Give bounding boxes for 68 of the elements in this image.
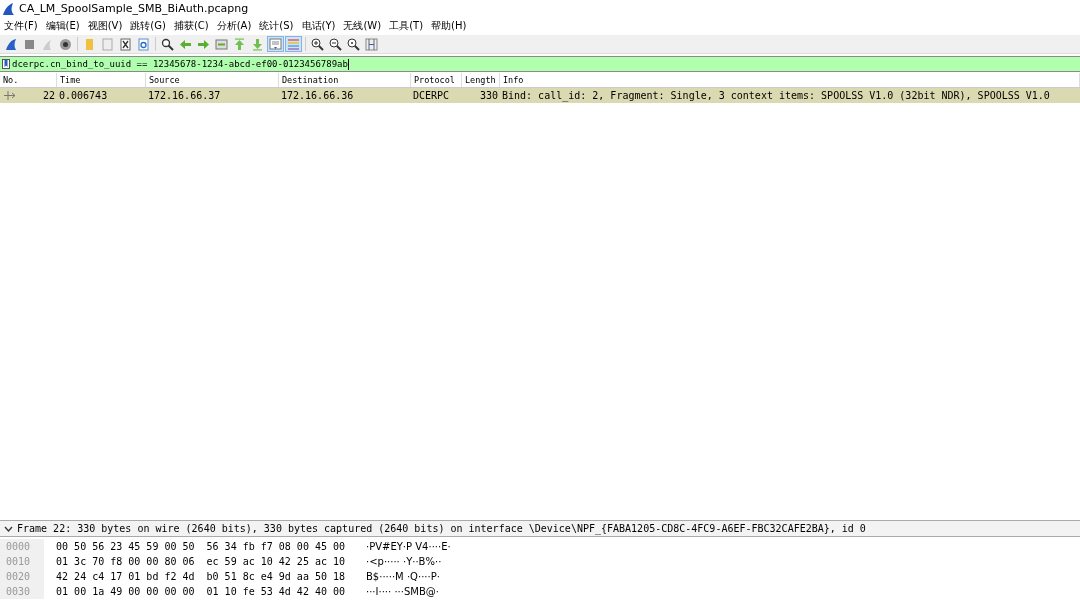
display-filter-field[interactable]: dcerpc.cn_bind_to_uuid == 12345678-1234-abcd-ef00-0123456789ab [0,56,1080,72]
toolbar-button[interactable] [57,36,74,52]
menu-item[interactable]: 视图(V) [86,18,124,34]
ascii-dump: ···I···· ···SMB@· [366,586,439,597]
zoom-in-icon [311,37,324,51]
column-header[interactable]: Destination [279,73,411,87]
toolbar-button[interactable] [309,36,326,52]
menu-item[interactable]: 电话(Y) [300,18,337,34]
shark-fin-icon [5,37,18,51]
toolbar-button[interactable] [345,36,362,52]
hex-offset: 0020 [0,569,44,584]
frame-summary: Frame 22: 330 bytes on wire (2640 bits), 330 bytes captured (2640 bits) on interface \Device\NPF_{FABA1205-CD8C-4FC9-A6EF-FBC32CAFE2BA}, id 0 [17,523,866,534]
hex-offset: 0000 [0,539,44,554]
menu-item[interactable]: 统计(S) [258,18,295,34]
column-header[interactable]: Protocol [411,73,462,87]
hex-bytes: 01 3c 70 f8 00 00 80 06 ec 59 ac 10 42 25 ac 10 [55,556,347,567]
gear-icon [59,37,72,51]
arrow-left-icon [179,37,192,51]
column-header[interactable]: Time [57,73,146,87]
menu-item[interactable]: 编辑(E) [44,18,81,34]
menu-item[interactable]: 捕获(C) [172,18,210,34]
menu-item[interactable]: 无线(W) [342,18,383,34]
table-cell-text: Bind: call_id: 2, Fragment: Single, 3 context items: SPOOLSS V1.0 (32bit NDR), SPOOLSS V1.0 [501,89,1051,103]
menu-item[interactable]: 帮助(H) [430,18,468,34]
window-title: CA_LM_SpoolSample_SMB_BiAuth.pcapng [19,2,249,15]
restart-icon [41,37,54,51]
table-cell-text: 172.16.66.37 [147,89,222,103]
arrow-right-icon [197,37,210,51]
autoscroll-icon [269,37,282,51]
table-cell: 22 [42,90,55,101]
bookmark-icon [2,59,10,69]
column-header[interactable]: Length [462,73,500,87]
column-header[interactable]: Info [500,73,1080,87]
column-header[interactable]: No. [0,73,57,87]
hex-bytes: 42 24 c4 17 01 bd f2 4d b0 51 8c e4 9d aa 50 18 [55,571,347,582]
menu-item[interactable]: 跳转(G) [129,18,167,34]
menu-item[interactable]: 工具(T) [388,18,425,34]
hex-offset: 0030 [0,584,44,599]
hex-bytes: 00 50 56 23 45 59 00 50 56 34 fb f7 08 00 45 00 [55,541,347,552]
ascii-dump: ·PV#EY·P V4····E· [366,541,451,552]
table-cell-text: 330 [478,89,499,103]
toolbar-button[interactable] [117,36,134,52]
hex-bytes: 01 00 1a 49 00 00 00 00 01 10 fe 53 4d 42 40 00 [55,586,347,597]
zoom-reset-icon [347,37,360,51]
shark-fin-icon [3,2,14,15]
detail-row[interactable]: Frame 22: 330 bytes on wire (2640 bits), 330 bytes captured (2640 bits) on interface \Device\NPF_{FABA1205-CD8C-4FC9-A6EF-FBC32CAFE2BA}, id 0 [0,521,1080,536]
ascii-dump: B$·····M ·Q····P· [366,571,440,582]
table-cell-text: 0.006743 [58,89,109,103]
menu-item[interactable]: 分析(A) [215,18,253,34]
toolbar-button[interactable] [327,36,344,52]
colored-lines-icon [287,37,300,51]
reload-icon [137,37,150,51]
zoom-out-icon [329,37,342,51]
table-cell-text: DCERPC [412,89,451,103]
close-icon [119,37,132,51]
related-packet-icon [4,91,16,100]
hex-offset: 0010 [0,554,44,569]
arrow-up-icon [233,37,246,51]
column-header[interactable]: Source [146,73,279,87]
stop-icon [23,37,36,51]
folder-icon [83,37,96,51]
menu-item[interactable]: 文件(F) [3,18,39,34]
search-icon [161,37,174,51]
ascii-dump: ·<p····· ·Y··B%·· [366,556,442,567]
table-cell-text: 172.16.66.36 [280,89,355,103]
toolbar-button[interactable] [159,36,176,52]
arrow-down-icon [251,37,264,51]
packet-row[interactable]: 22 0.006743 172.16.66.37 172.16.66.36 DCERPC 330 Bind: call_id: 2, Fragment: Single, 3 context items: SPOOLSS V1.0 (32bit NDR), SPOOLSS V1.0 [0,88,1080,103]
